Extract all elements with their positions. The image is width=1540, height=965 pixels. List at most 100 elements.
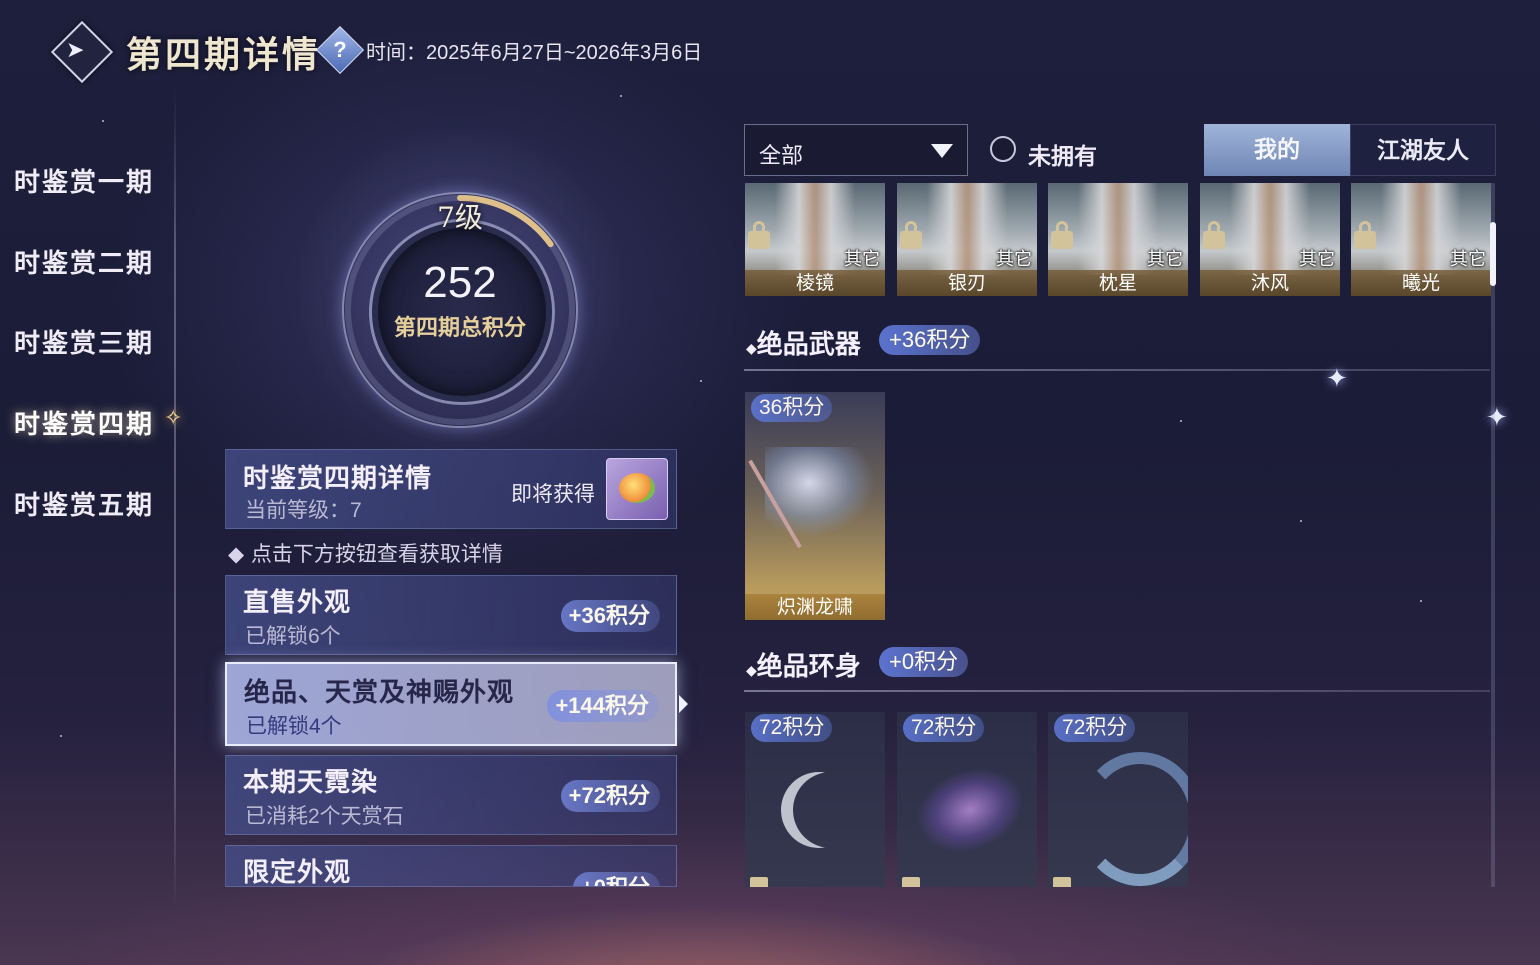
star-decoration xyxy=(1300,520,1302,522)
nav-divider-line xyxy=(174,90,176,910)
star-decoration xyxy=(620,95,622,97)
help-button[interactable]: ? xyxy=(315,25,365,75)
star-decoration xyxy=(1420,600,1422,602)
purple-swirl-aura-preview xyxy=(904,753,1036,867)
nav-item-period-1[interactable]: 时鉴赏一期 xyxy=(14,162,154,199)
category-points-badge: +144积分 xyxy=(547,690,659,722)
hint-text: ◆ 点击下方按钮查看获取详情 xyxy=(228,542,503,566)
weapon-card[interactable]: 36积分 炽渊龙啸 xyxy=(745,392,885,620)
next-reward-label: 即将获得 xyxy=(511,482,595,506)
outfit-name: 棱镜 xyxy=(745,270,885,296)
aura-section-title: ◆绝品环身 xyxy=(746,652,861,682)
category-title: 限定外观 xyxy=(243,858,352,887)
star-decoration xyxy=(60,735,62,737)
selected-arrow-icon xyxy=(679,695,688,713)
category-card-limited[interactable]: 限定外观 +0积分 xyxy=(225,845,677,887)
aura-card[interactable]: 72积分 xyxy=(1048,712,1188,887)
active-nav-marker-icon: ✧ xyxy=(164,405,183,430)
star-decoration xyxy=(1180,420,1182,422)
not-owned-label: 未拥有 xyxy=(1028,143,1097,170)
outfit-card[interactable]: 其它 曦光 xyxy=(1351,183,1491,296)
outfit-card[interactable]: 其它 棱镜 xyxy=(745,183,885,296)
category-points-badge: +72积分 xyxy=(560,780,660,812)
lock-icon xyxy=(1354,221,1376,249)
aura-card[interactable]: 72积分 xyxy=(897,712,1037,887)
period-detail-card[interactable]: 时鉴赏四期详情 当前等级：7 即将获得 xyxy=(225,449,677,529)
outfit-tag: 其它 xyxy=(1299,249,1335,270)
star-decoration xyxy=(700,380,702,382)
filter-dropdown[interactable]: 全部 xyxy=(744,124,968,176)
lock-icon xyxy=(748,221,770,249)
aura-points-badge: 72积分 xyxy=(903,714,985,742)
outfit-name: 银刃 xyxy=(897,270,1037,296)
category-sub: 已解锁4个 xyxy=(246,715,342,738)
aura-points-badge: 72积分 xyxy=(1054,714,1136,742)
outfit-tag: 其它 xyxy=(844,249,880,270)
category-card-dye[interactable]: 本期天霓染 已消耗2个天赏石 +72积分 xyxy=(225,755,677,835)
outfit-preview xyxy=(927,183,1007,275)
category-title: 直售外观 xyxy=(243,588,352,618)
outfit-name: 枕星 xyxy=(1048,270,1188,296)
lock-icon xyxy=(900,221,922,249)
outfit-preview xyxy=(1381,183,1461,275)
question-icon: ? xyxy=(333,37,347,62)
outfit-tag: 其它 xyxy=(996,249,1032,270)
category-points-badge: +36积分 xyxy=(560,600,660,632)
category-sub: 已消耗2个天赏石 xyxy=(245,805,404,828)
lock-icon xyxy=(1203,221,1225,249)
outfit-name: 曦光 xyxy=(1351,270,1491,296)
scrollbar-thumb[interactable] xyxy=(1490,222,1496,286)
dropdown-value: 全部 xyxy=(759,143,804,168)
lock-icon xyxy=(1051,221,1073,249)
lock-icon xyxy=(750,877,768,887)
back-arrow-icon: ➤ xyxy=(66,38,85,63)
nav-item-period-2[interactable]: 时鉴赏二期 xyxy=(14,243,154,280)
weapon-name: 炽渊龙啸 xyxy=(745,594,885,620)
nav-item-period-5[interactable]: 时鉴赏五期 xyxy=(14,485,154,522)
current-level-text: 当前等级：7 xyxy=(245,499,362,522)
outfit-card[interactable]: 其它 枕星 xyxy=(1048,183,1188,296)
aura-card[interactable]: 72积分 xyxy=(745,712,885,887)
weapon-points-badge: 36积分 xyxy=(751,394,833,422)
hint-label: 点击下方按钮查看获取详情 xyxy=(250,542,503,566)
section-divider xyxy=(744,690,1490,692)
back-button[interactable]: ➤ xyxy=(50,20,114,84)
outfit-preview xyxy=(1230,183,1310,275)
category-sub: 已解锁6个 xyxy=(245,625,341,648)
nav-item-period-4[interactable]: 时鉴赏四期 xyxy=(14,404,154,441)
content-scrollbar[interactable] xyxy=(1491,183,1495,887)
dropdown-arrow-icon xyxy=(931,144,953,158)
sparkle-decoration: ✦ xyxy=(1486,402,1508,432)
outfit-preview xyxy=(775,183,855,275)
section-title-text: 绝品环身 xyxy=(756,652,861,682)
score-ring: 7级 252 第四期总积分 xyxy=(280,110,640,470)
aura-section-points: +0积分 xyxy=(879,647,969,677)
not-owned-radio[interactable] xyxy=(990,136,1016,162)
level-label: 7级 xyxy=(437,201,483,234)
total-score: 252 xyxy=(423,258,497,307)
aura-points-badge: 72积分 xyxy=(751,714,833,742)
outfit-card[interactable]: 其它 银刃 xyxy=(897,183,1037,296)
weapon-section-points: +36积分 xyxy=(879,325,981,355)
category-title: 本期天霓染 xyxy=(243,768,379,798)
next-reward-item[interactable] xyxy=(606,458,668,520)
category-card-direct-sale[interactable]: 直售外观 已解锁6个 +36积分 xyxy=(225,575,677,655)
tab-friends[interactable]: 江湖友人 xyxy=(1350,124,1496,176)
category-card-premium[interactable]: 绝品、天赏及神赐外观 已解锁4个 +144积分 xyxy=(225,662,677,746)
outfit-tag: 其它 xyxy=(1147,249,1183,270)
outfit-name: 沐风 xyxy=(1200,270,1340,296)
tab-mine[interactable]: 我的 xyxy=(1204,124,1350,176)
fruit-platter-icon xyxy=(619,473,655,503)
section-title-text: 绝品武器 xyxy=(756,330,861,360)
weapon-preview xyxy=(765,447,875,537)
nav-item-period-3[interactable]: 时鉴赏三期 xyxy=(14,323,154,360)
blue-wave-aura-preview xyxy=(1078,752,1188,886)
total-score-label: 第四期总积分 xyxy=(393,315,526,341)
weapon-section-title: ◆绝品武器 xyxy=(746,330,861,360)
outfit-preview xyxy=(1078,183,1158,275)
period-text: 时间：2025年6月27日~2026年3月6日 xyxy=(366,42,703,64)
crescent-moon-aura-preview xyxy=(781,772,857,848)
outfit-card[interactable]: 其它 沐风 xyxy=(1200,183,1340,296)
period-detail-title: 时鉴赏四期详情 xyxy=(243,464,433,494)
lock-icon xyxy=(902,877,920,887)
